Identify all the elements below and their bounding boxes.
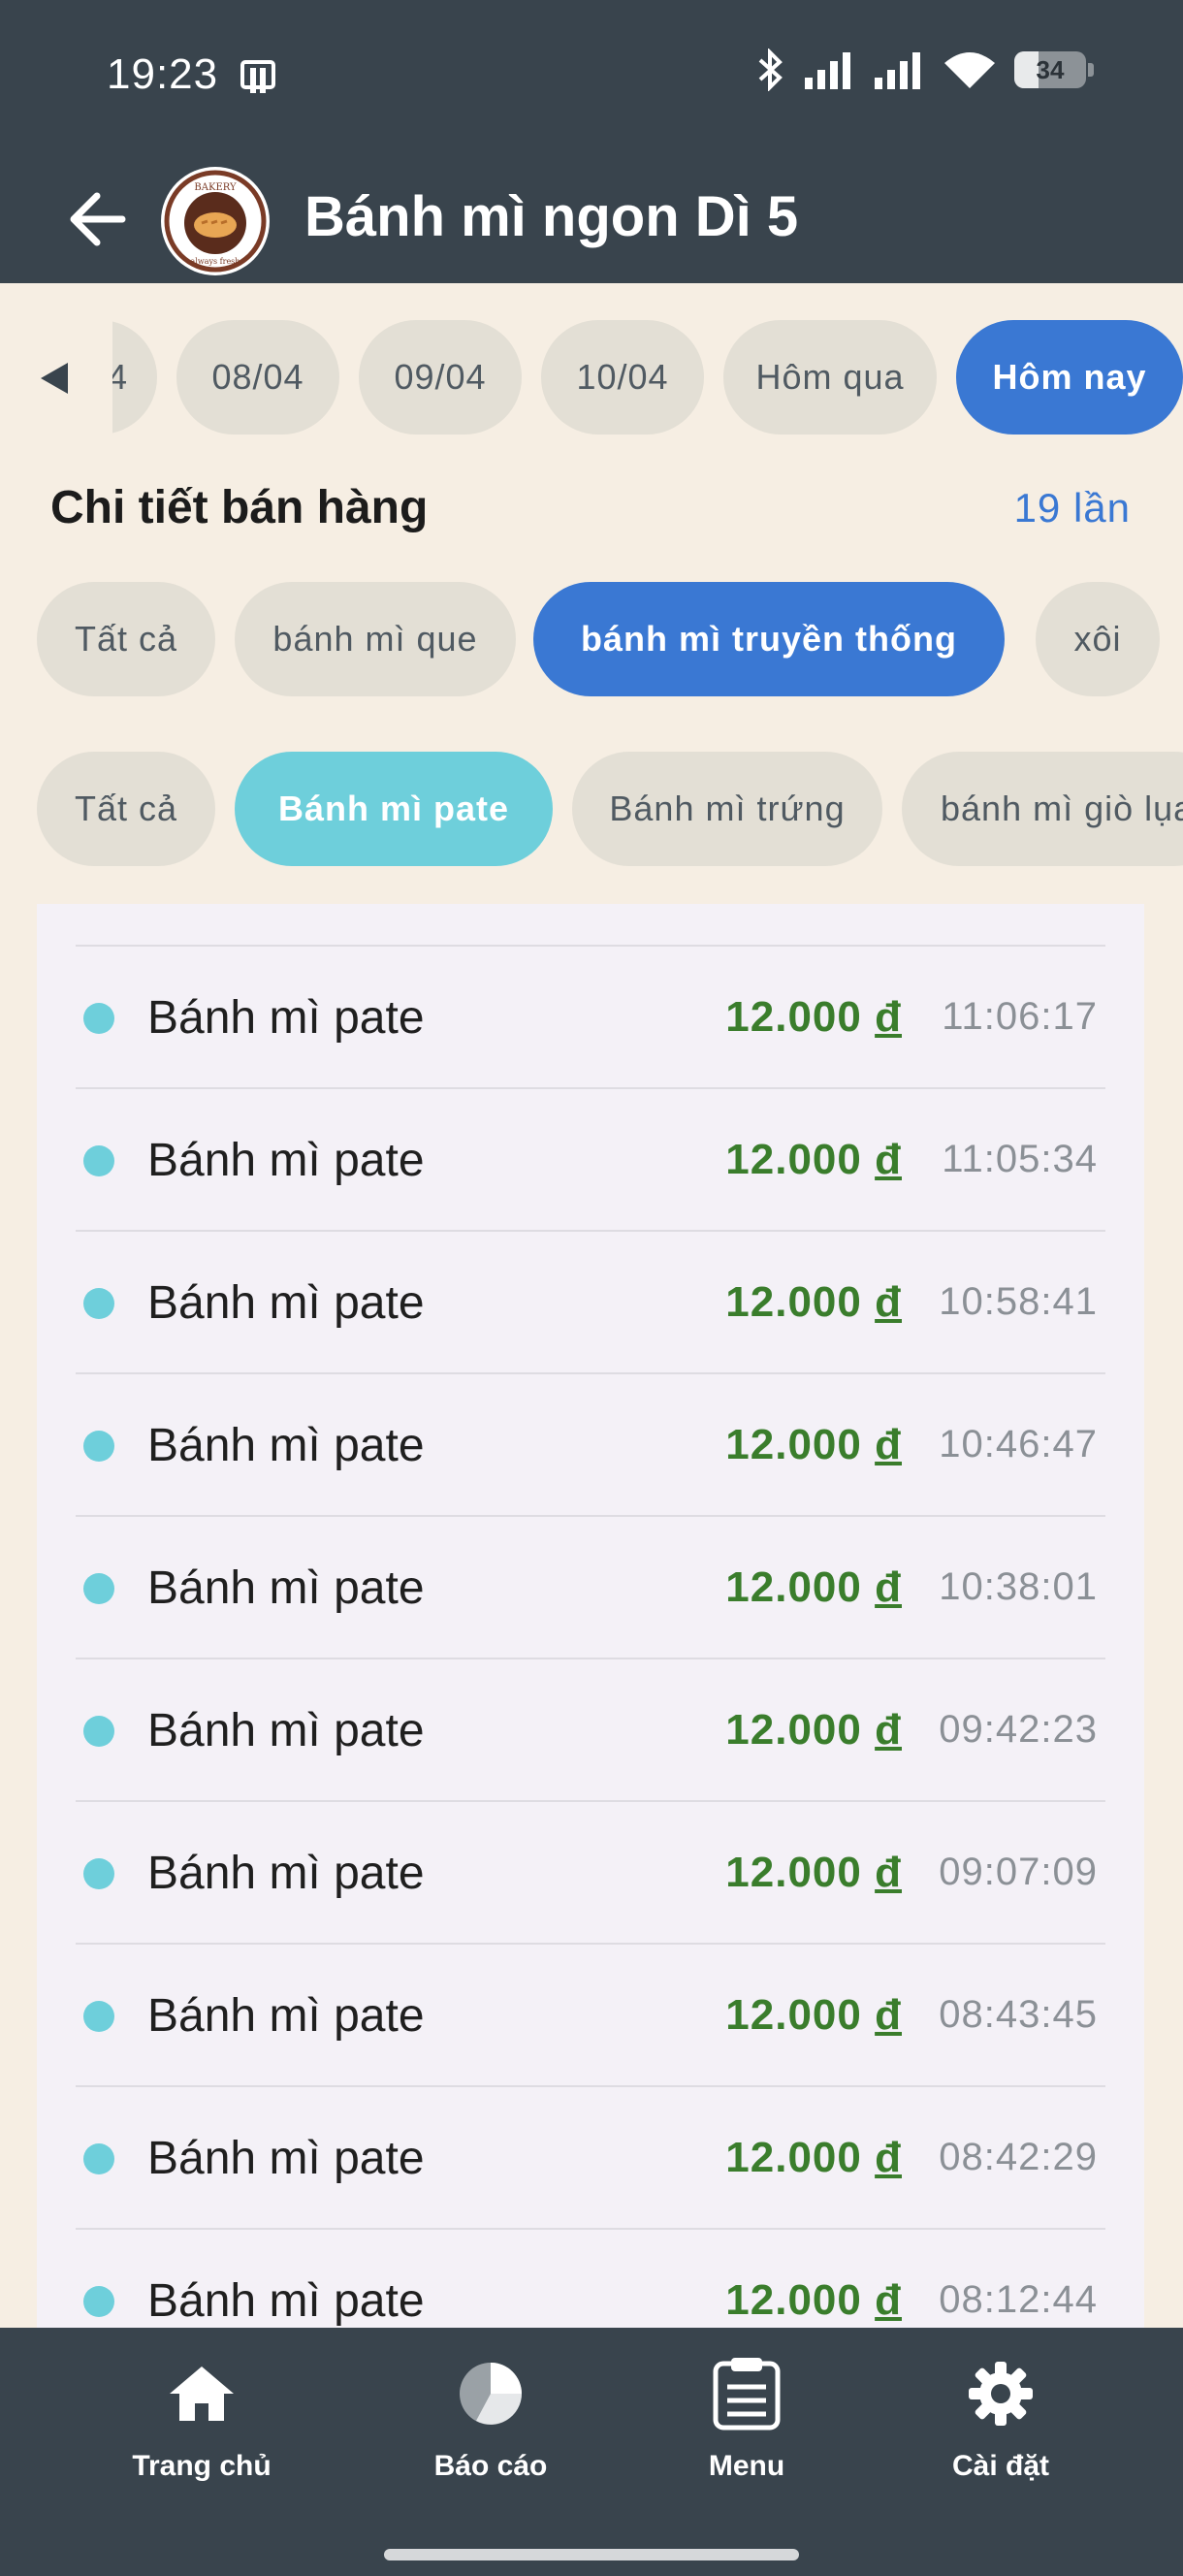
date-chip[interactable]: 09/04	[359, 320, 522, 435]
wifi-icon	[944, 52, 995, 88]
category-chip[interactable]: xôi	[1036, 582, 1160, 696]
svg-text:BAKERY: BAKERY	[194, 182, 237, 193]
item-name: Bánh mì pate	[147, 2133, 425, 2184]
bullet-dot	[83, 2286, 114, 2317]
list-item[interactable]: Bánh mì pate 12.000 đ 10:46:47	[37, 1374, 1144, 1517]
list-item[interactable]: Bánh mì pate 12.000 đ 11:05:34	[37, 1089, 1144, 1232]
item-chip-selected[interactable]: Bánh mì pate	[235, 752, 553, 866]
category-filter-bar: Tất cả bánh mì que bánh mì truyền thống …	[0, 582, 1183, 698]
battery-icon: 34	[1014, 51, 1094, 88]
gear-icon	[962, 2355, 1039, 2432]
signal-icon	[805, 52, 850, 89]
home-icon	[163, 2355, 240, 2432]
bullet-dot	[83, 2143, 114, 2174]
sale-time: 10:38:01	[939, 1565, 1098, 1608]
list-item[interactable]: Bánh mì pate 12.000 đ 09:42:23	[37, 1659, 1144, 1802]
sale-time: 11:05:34	[942, 1138, 1098, 1180]
item-price: 12.000 đ	[725, 2276, 902, 2324]
sale-time: 09:42:23	[939, 1708, 1098, 1751]
bottom-navigation: Trang chủ Báo cáo Menu Cài đặt	[0, 2328, 1183, 2576]
bullet-dot	[83, 1431, 114, 1462]
sale-time: 11:06:17	[942, 995, 1098, 1038]
sale-time: 08:43:45	[939, 1993, 1098, 2036]
item-name: Bánh mì pate	[147, 1848, 425, 1899]
list-item[interactable]: Bánh mì pate 12.000 đ 11:06:17	[37, 947, 1144, 1089]
item-name: Bánh mì pate	[147, 992, 425, 1044]
category-chip[interactable]: bánh mì que	[235, 582, 516, 696]
list-item[interactable]: Bánh mì pate 12.000 đ 10:38:01	[37, 1517, 1144, 1659]
category-chip-all[interactable]: Tất cả	[37, 582, 215, 696]
bakery-logo: BAKERY always fresh	[161, 167, 270, 275]
nav-reports[interactable]: Báo cáo	[384, 2355, 597, 2520]
list-item[interactable]: Bánh mì pate 12.000 đ 09:07:09	[37, 1802, 1144, 1945]
category-chip-selected[interactable]: bánh mì truyền thống	[533, 582, 1005, 696]
signal-icon-2	[875, 52, 920, 89]
sale-time: 09:07:09	[939, 1851, 1098, 1893]
bullet-dot	[83, 1858, 114, 1889]
svg-text:always fresh: always fresh	[191, 257, 240, 266]
nav-home[interactable]: Trang chủ	[95, 2355, 308, 2520]
date-chip[interactable]: 10/04	[541, 320, 704, 435]
section-title: Chi tiết bán hàng	[50, 482, 429, 533]
item-name: Bánh mì pate	[147, 1705, 425, 1756]
list-item[interactable]: Bánh mì pate 12.000 đ 08:12:44	[37, 2230, 1144, 2330]
sale-time: 08:42:29	[939, 2136, 1098, 2178]
nav-label: Trang chủ	[132, 2450, 272, 2482]
item-name: Bánh mì pate	[147, 1277, 425, 1329]
bluetooth-icon	[758, 48, 783, 91]
scroll-left-arrow-icon[interactable]	[41, 363, 68, 394]
sale-time: 10:58:41	[939, 1280, 1098, 1323]
item-chip[interactable]: bánh mì giò lụa	[902, 752, 1183, 866]
bullet-dot	[83, 2001, 114, 2032]
item-price: 12.000 đ	[725, 1563, 902, 1611]
item-chip-all[interactable]: Tất cả	[37, 752, 215, 866]
date-chip-today[interactable]: Hôm nay	[956, 320, 1183, 435]
item-filter-bar: Tất cả Bánh mì pate Bánh mì trứng bánh m…	[0, 752, 1183, 868]
page-title: Bánh mì ngon Dì 5	[304, 185, 799, 248]
item-price: 12.000 đ	[725, 1991, 902, 2039]
item-price: 12.000 đ	[725, 1706, 902, 1754]
list-item[interactable]: Bánh mì pate 12.000 đ 08:42:29	[37, 2087, 1144, 2230]
item-name: Bánh mì pate	[147, 1420, 425, 1471]
item-name: Bánh mì pate	[147, 1562, 425, 1614]
home-indicator[interactable]	[384, 2549, 799, 2560]
date-chip-yesterday[interactable]: Hôm qua	[723, 320, 937, 435]
item-name: Bánh mì pate	[147, 2275, 425, 2327]
app-bar: BAKERY always fresh Bánh mì ngon Dì 5	[0, 155, 1183, 283]
list-item[interactable]: Bánh mì pate 12.000 đ 08:43:45	[37, 1945, 1144, 2087]
item-price: 12.000 đ	[725, 1136, 902, 1183]
clipboard-icon	[708, 2355, 785, 2432]
nav-menu[interactable]: Menu	[640, 2355, 853, 2520]
nav-label: Báo cáo	[433, 2450, 548, 2482]
bullet-dot	[83, 1573, 114, 1604]
date-filter-bar: 4 08/04 09/04 10/04 Hôm qua Hôm nay	[0, 320, 1183, 436]
sim-card-icon	[240, 60, 275, 93]
arrow-left-icon	[70, 192, 126, 246]
bullet-dot	[83, 1716, 114, 1747]
item-name: Bánh mì pate	[147, 1990, 425, 2042]
sale-time: 08:12:44	[939, 2278, 1098, 2321]
pie-chart-icon	[452, 2355, 529, 2432]
item-price: 12.000 đ	[725, 1421, 902, 1468]
nav-settings[interactable]: Cài đặt	[894, 2355, 1107, 2520]
item-price: 12.000 đ	[725, 1849, 902, 1896]
status-time: 19:23	[107, 50, 219, 98]
sales-count: 19 lần	[1013, 485, 1131, 531]
nav-label: Cài đặt	[951, 2450, 1050, 2482]
bullet-dot	[83, 1003, 114, 1034]
sale-time: 10:46:47	[939, 1423, 1098, 1465]
bullet-dot	[83, 1288, 114, 1319]
nav-label: Menu	[708, 2450, 785, 2482]
date-chip[interactable]: 08/04	[176, 320, 339, 435]
item-chip[interactable]: Bánh mì trứng	[572, 752, 882, 866]
bullet-dot	[83, 1145, 114, 1176]
list-item[interactable]: Bánh mì pate 12.000 đ 10:58:41	[37, 1232, 1144, 1374]
item-price: 12.000 đ	[725, 2134, 902, 2181]
item-name: Bánh mì pate	[147, 1135, 425, 1186]
back-button[interactable]	[58, 180, 136, 258]
sales-list: Bánh mì pate 12.000 đ 11:06:17 Bánh mì p…	[37, 904, 1144, 2330]
status-bar: 19:23 34	[0, 0, 1183, 155]
item-price: 12.000 đ	[725, 1278, 902, 1326]
item-price: 12.000 đ	[725, 993, 902, 1041]
